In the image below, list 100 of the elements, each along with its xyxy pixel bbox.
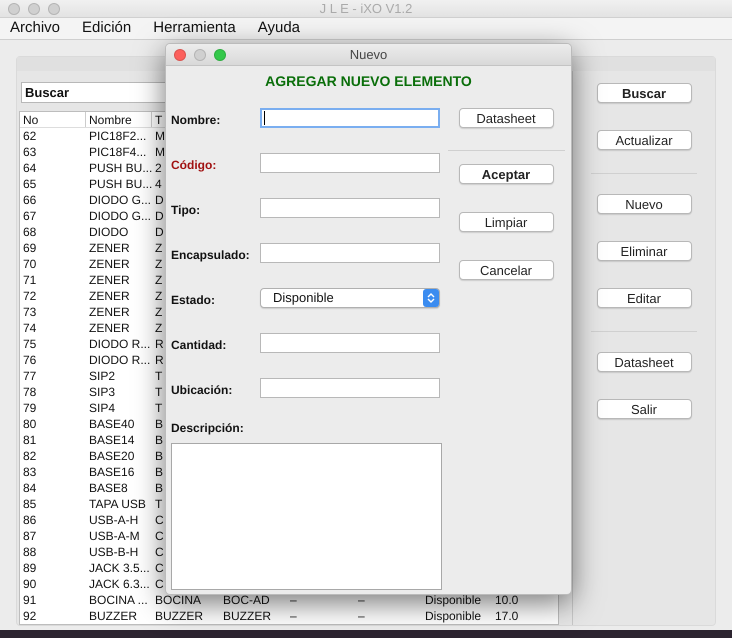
dialog-title: Nuevo (348, 46, 388, 64)
table-cell-text: BASE16 (88, 464, 136, 480)
table-cell-text: USB-A-M (88, 528, 141, 544)
table-cell-text: 68 (22, 224, 38, 240)
table-cell-text: T (154, 384, 164, 400)
menu-item[interactable]: Archivo (10, 17, 60, 40)
table-cell-text: D (154, 224, 165, 240)
table-cell-text: 85 (22, 496, 38, 512)
table-cell-text: M (154, 128, 166, 144)
table-cell-text: 83 (22, 464, 38, 480)
table-cell-text: C (154, 560, 165, 576)
field-label: Descripción: (171, 420, 245, 437)
table-cell-text: 62 (22, 128, 38, 144)
zoom-icon[interactable] (48, 2, 60, 14)
input-field[interactable] (260, 153, 440, 173)
input-field[interactable] (260, 378, 440, 398)
table-cell-text: 87 (22, 528, 38, 544)
table-cell-text: C (154, 544, 165, 560)
input-field[interactable] (260, 243, 440, 263)
table-cell-text: 90 (22, 576, 38, 592)
table-cell-text: BUZZER (88, 608, 138, 624)
table-cell-text: BUZZER (222, 608, 272, 624)
push-button[interactable]: Editar (596, 288, 692, 308)
push-button[interactable]: Datasheet (458, 108, 554, 128)
table-cell-text: Z (154, 304, 164, 320)
table-cell-text: 2 (154, 160, 163, 176)
text-caret (264, 111, 265, 125)
table-cell-text: 89 (22, 560, 38, 576)
table-cell-text: 4 (154, 176, 163, 192)
table-cell-text: BASE8 (88, 480, 129, 496)
table-cell-text: B (154, 448, 164, 464)
table-cell-text: T (154, 496, 164, 512)
table-cell-text: 79 (22, 400, 38, 416)
table-cell-text: 17.0 (494, 608, 520, 624)
dialog-heading: AGREGAR NUEVO ELEMENTO (264, 72, 473, 91)
table-cell-text: BOCINA (154, 592, 202, 608)
field-label: Tipo: (171, 202, 202, 219)
field-label: Ubicación: (171, 382, 234, 399)
table-cell-text: M (154, 144, 166, 160)
stepper-icon (423, 289, 439, 307)
table-cell-text: Disponible (424, 608, 482, 624)
input-field[interactable] (260, 108, 440, 128)
table-cell-text: PUSH BU... (88, 176, 152, 192)
table-cell-text: ZENER (88, 304, 131, 320)
table-cell-text: PIC18F4... (88, 144, 148, 160)
push-button[interactable]: Buscar (596, 83, 692, 103)
column-header[interactable]: No (20, 112, 86, 127)
push-button[interactable]: Eliminar (596, 241, 692, 261)
table-cell-text: 84 (22, 480, 38, 496)
table-cell-text: ZENER (88, 240, 131, 256)
field-label: Encapsulado: (171, 247, 251, 264)
close-icon[interactable] (8, 2, 20, 14)
table-cell-text: DIODO R... (88, 352, 152, 368)
push-button[interactable]: Aceptar (458, 164, 554, 184)
table-cell-text: ZENER (88, 256, 131, 272)
table-cell-text: 88 (22, 544, 38, 560)
status-dropdown[interactable]: Disponible (260, 288, 440, 308)
table-cell-text: 74 (22, 320, 38, 336)
table-cell-text: R (154, 352, 165, 368)
table-cell-text: C (154, 512, 165, 528)
minimize-icon[interactable] (28, 2, 40, 14)
table-cell-text: 71 (22, 272, 38, 288)
table-cell-text: BUZZER (154, 608, 204, 624)
menu-item[interactable]: Edición (82, 17, 132, 40)
table-cell-text: BASE14 (88, 432, 136, 448)
table-cell-text: 92 (22, 608, 38, 624)
menu-item[interactable]: Ayuda (258, 17, 300, 40)
table-cell-text: PIC18F2... (88, 128, 148, 144)
menu-item[interactable]: Herramienta (153, 17, 236, 40)
table-cell-text: B (154, 432, 164, 448)
minimize-icon[interactable] (194, 48, 206, 60)
push-button[interactable]: Nuevo (596, 194, 692, 214)
push-button[interactable]: Actualizar (596, 130, 692, 150)
push-button[interactable]: Limpiar (458, 212, 554, 232)
table-cell-text: DIODO (88, 224, 130, 240)
table-cell-text: JACK 6.3... (88, 576, 151, 592)
push-button[interactable]: Salir (596, 399, 692, 419)
push-button[interactable]: Cancelar (458, 260, 554, 280)
table-cell-text: USB-B-H (88, 544, 140, 560)
push-button[interactable]: Datasheet (596, 352, 692, 372)
table-cell-text: ZENER (88, 288, 131, 304)
table-cell-text: – (289, 608, 298, 624)
table-cell-text: BOC-AD (222, 592, 271, 608)
description-textarea[interactable] (171, 443, 442, 590)
table-cell-text: ZENER (88, 320, 131, 336)
table-cell-text: 81 (22, 432, 38, 448)
table-cell-text: Z (154, 288, 164, 304)
input-field[interactable] (260, 198, 440, 218)
table-cell-text: D (154, 208, 165, 224)
input-field[interactable] (260, 333, 440, 353)
close-icon[interactable] (174, 48, 186, 60)
field-label: Cantidad: (171, 337, 228, 354)
table-cell-text: – (357, 592, 366, 608)
table-cell-text: DIODO G... (88, 208, 152, 224)
table-cell-text: R (154, 336, 165, 352)
field-label: Nombre: (171, 112, 222, 129)
zoom-icon[interactable] (214, 48, 226, 60)
table-cell-text: T (154, 400, 164, 416)
column-header[interactable]: Nombre (86, 112, 152, 127)
table-cell-text: T (154, 368, 164, 384)
